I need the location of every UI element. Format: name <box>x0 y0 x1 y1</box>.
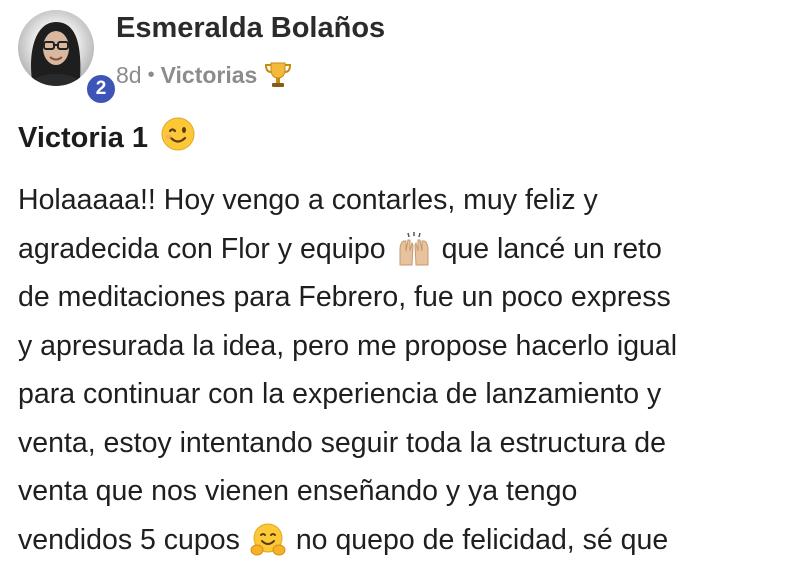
post-time: 8d <box>116 61 142 88</box>
post-text: Holaaaaa!! Hoy vengo a contarles, muy fe… <box>18 184 598 216</box>
post-text: que lancé un reto <box>441 232 662 265</box>
post-text: venta que nos vienen enseñando y ya teng… <box>18 475 578 507</box>
post-text: no quepo de felicidad, sé que <box>295 523 669 556</box>
post-body-line: vendidos 5 cupos no quepo de felicidad, … <box>18 516 788 565</box>
post-title-text: Victoria 1 <box>18 121 149 154</box>
raising-hands-icon <box>396 231 432 267</box>
post-body-line: agradecida con Flor y equipo que lancé u… <box>18 225 788 274</box>
post-text: vendidos 5 cupos <box>18 523 240 556</box>
author-name[interactable]: Esmeralda Bolaños <box>116 12 385 45</box>
author-avatar-wrap[interactable]: 2 <box>18 10 118 106</box>
hugging-face-icon <box>250 522 286 558</box>
post-body-line: de meditaciones para Febrero, fue un poc… <box>18 273 788 322</box>
post-text: agradecida con Flor y equipo <box>18 232 386 265</box>
user-level-badge: 2 <box>84 72 118 106</box>
post-body: Holaaaaa!! Hoy vengo a contarles, muy fe… <box>18 176 788 564</box>
post-title: Victoria 1 <box>18 116 196 160</box>
community-post: 2 Esmeralda Bolaños 8d • Victorias Victo… <box>0 0 791 575</box>
post-category[interactable]: Victorias <box>161 62 258 89</box>
post-meta: 8d • Victorias <box>116 60 293 90</box>
post-body-line: Holaaaaa!! Hoy vengo a contarles, muy fe… <box>18 176 788 225</box>
post-text: de meditaciones para Febrero, fue un poc… <box>18 281 671 313</box>
trophy-icon <box>263 60 293 90</box>
post-text: para continuar con la experiencia de lan… <box>18 378 662 410</box>
post-text: venta, estoy intentando seguir toda la e… <box>18 426 666 459</box>
post-body-line: para continuar con la experiencia de lan… <box>18 370 788 419</box>
winking-face-icon <box>160 116 196 160</box>
avatar[interactable] <box>18 10 94 86</box>
post-body-line: y apresurada la idea, pero me propose ha… <box>18 322 788 371</box>
post-body-line: venta que nos vienen enseñando y ya teng… <box>18 467 788 516</box>
meta-separator: • <box>147 63 155 86</box>
post-text: y apresurada la idea, pero me propose ha… <box>18 329 678 362</box>
post-body-line: venta, estoy intentando seguir toda la e… <box>18 419 788 468</box>
